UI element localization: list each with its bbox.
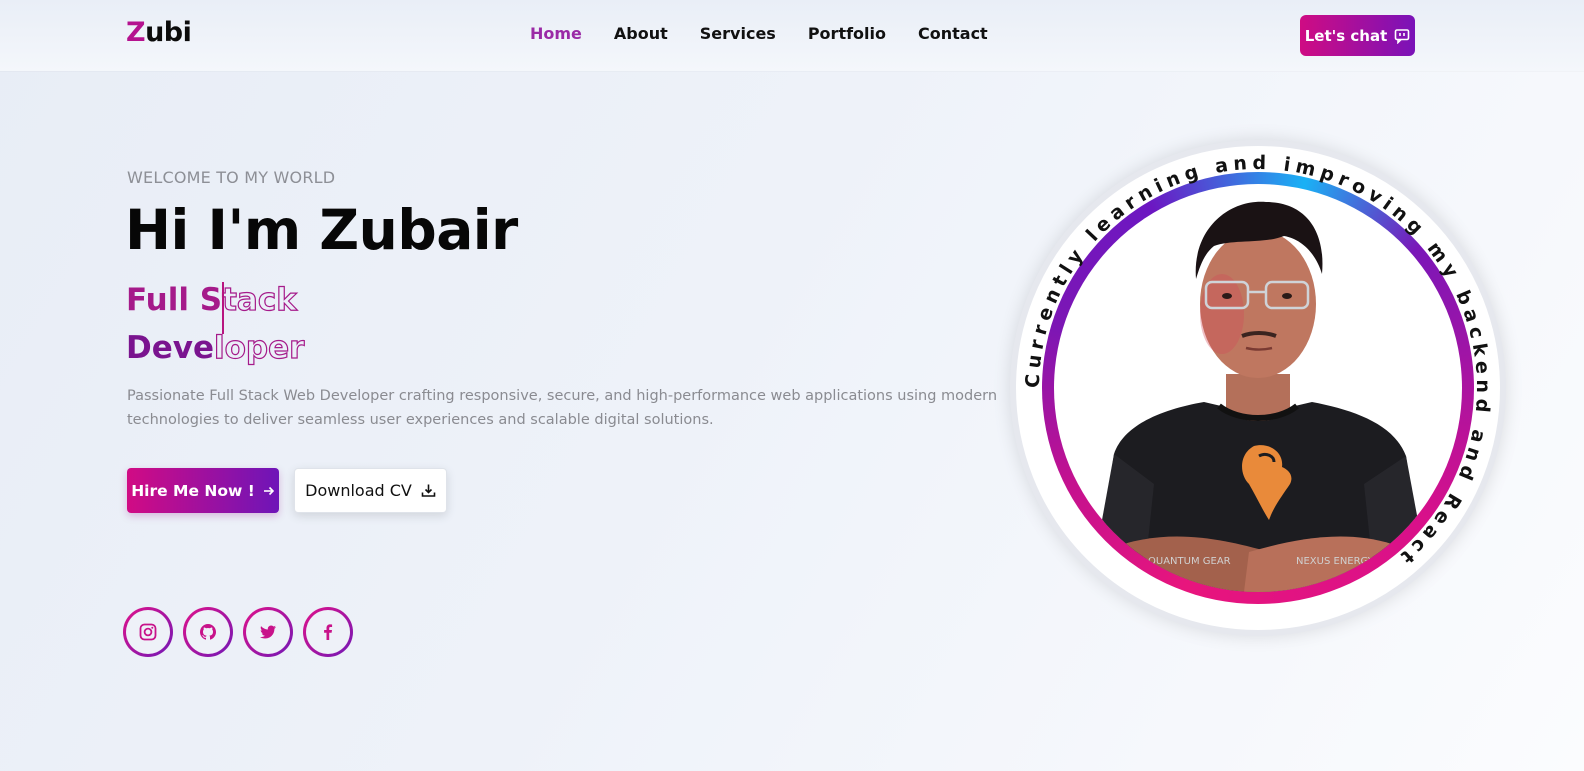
chat-icon — [1394, 28, 1410, 44]
logo-initial: Z — [126, 17, 146, 48]
hire-me-button[interactable]: Hire Me Now ! — [127, 468, 279, 513]
profile-image-circle: NEXUS ENERGY QUANTUM GEAR Currently lear… — [1010, 140, 1506, 636]
nav-menu: Home About Services Portfolio Contact — [530, 24, 1020, 43]
hero-title: Hi I'm Zubair — [125, 198, 518, 262]
lets-chat-button[interactable]: Let's chat — [1300, 15, 1415, 56]
hire-me-label: Hire Me Now ! — [131, 481, 255, 500]
typing-caret — [222, 282, 224, 334]
logo-text: ubi — [145, 17, 192, 48]
twitter-link[interactable] — [243, 607, 293, 657]
social-links — [123, 607, 353, 657]
instagram-link[interactable] — [123, 607, 173, 657]
role-line-2-outline: loper — [213, 329, 305, 366]
facebook-icon — [324, 624, 333, 640]
instagram-icon — [139, 623, 157, 641]
github-link[interactable] — [183, 607, 233, 657]
facebook-link[interactable] — [303, 607, 353, 657]
navbar: Zubi Home About Services Portfolio Conta… — [0, 0, 1584, 71]
role-line-2-filled: Deve — [126, 330, 214, 366]
svg-text:Currently learning and improvi: Currently learning and improving my back… — [1022, 152, 1494, 571]
circular-caption: Currently learning and improving my back… — [1022, 152, 1494, 571]
download-cv-label: Download CV — [305, 481, 412, 500]
github-icon — [200, 624, 216, 640]
lets-chat-label: Let's chat — [1304, 26, 1388, 45]
circular-caption-text: Currently learning and improving my back… — [1022, 152, 1489, 571]
role-line-1-filled: Full S — [126, 282, 223, 318]
twitter-icon — [260, 625, 276, 639]
nav-contact[interactable]: Contact — [918, 24, 988, 43]
role-line-1-outline: tack — [221, 281, 297, 318]
download-cv-button[interactable]: Download CV — [294, 468, 447, 513]
nav-portfolio[interactable]: Portfolio — [808, 24, 886, 43]
role-line-2: Developer — [126, 324, 446, 372]
logo[interactable]: Zubi — [126, 17, 192, 48]
welcome-text: WELCOME TO MY WORLD — [127, 168, 336, 187]
arrow-right-icon — [263, 486, 274, 495]
download-icon — [421, 484, 436, 497]
nav-about[interactable]: About — [614, 24, 668, 43]
role-line-1: Full Stack — [126, 276, 446, 324]
nav-home[interactable]: Home — [530, 24, 582, 43]
nav-services[interactable]: Services — [700, 24, 776, 43]
hero-description: Passionate Full Stack Web Developer craf… — [127, 388, 998, 428]
